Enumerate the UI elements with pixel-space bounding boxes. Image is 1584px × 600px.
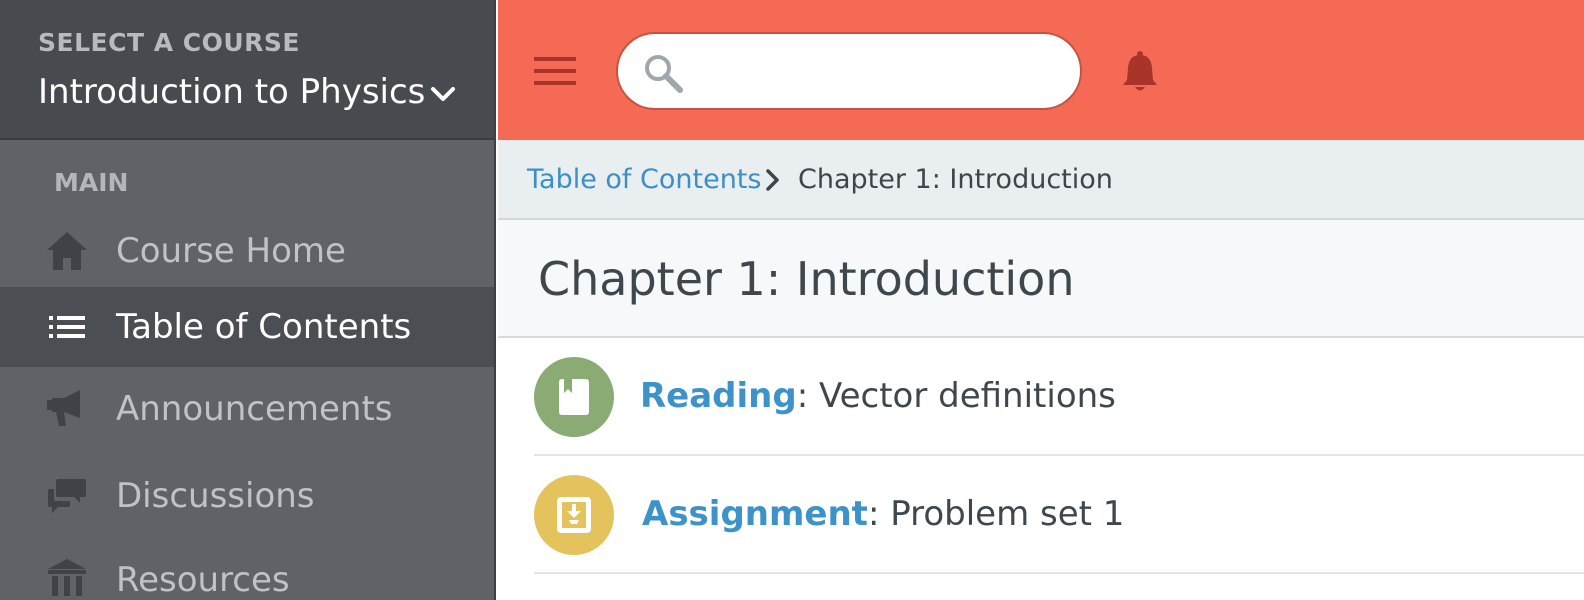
hamburger-menu-icon[interactable]: [534, 55, 576, 87]
item-type-link[interactable]: Assignment: [642, 494, 868, 534]
sidebar-item-label: Discussions: [116, 476, 315, 516]
megaphone-icon: [47, 390, 80, 426]
sidebar-item-label: Announcements: [116, 389, 393, 429]
bank-icon: [48, 559, 86, 596]
item-type-link[interactable]: Reading: [640, 376, 797, 416]
item-separator: :: [867, 494, 891, 534]
home-icon: [47, 232, 87, 270]
item-title: Vector definitions: [818, 376, 1116, 416]
sidebar-item-course-home[interactable]: Course Home: [0, 211, 494, 291]
list-icon: [49, 316, 85, 338]
list-item[interactable]: Assignment: Problem set 1: [534, 456, 1584, 574]
course-selector[interactable]: SELECT A COURSE Introduction to Physics: [0, 0, 494, 140]
list-item[interactable]: Reading: Vector definitions: [534, 338, 1584, 456]
sidebar-item-resources[interactable]: Resources: [0, 540, 494, 600]
breadcrumb-link-table-of-contents[interactable]: Table of Contents: [527, 164, 761, 195]
sidebar-item-label: Course Home: [116, 231, 346, 271]
book-icon: [559, 379, 589, 415]
search-icon: [645, 55, 683, 93]
course-name: Introduction to Physics: [38, 72, 426, 112]
item-separator: :: [796, 376, 819, 416]
assignment-badge: [534, 475, 614, 555]
breadcrumb-current: Chapter 1: Introduction: [798, 164, 1113, 195]
sidebar-item-discussions[interactable]: Discussions: [0, 456, 494, 536]
chevron-right-icon: [766, 169, 779, 191]
search-input[interactable]: [696, 48, 1056, 96]
page-header: Chapter 1: Introduction: [498, 220, 1584, 338]
section-label-main: MAIN: [54, 168, 129, 197]
chat-bubbles-icon: [48, 479, 86, 513]
inbox-download-icon: [557, 497, 591, 533]
course-selector-label: SELECT A COURSE: [38, 28, 300, 57]
sidebar-item-table-of-contents[interactable]: Table of Contents: [0, 287, 494, 367]
breadcrumb: Table of Contents Chapter 1: Introductio…: [498, 140, 1584, 220]
list-item-text: Assignment: Problem set 1: [642, 494, 1124, 534]
sidebar: SELECT A COURSE Introduction to Physics …: [0, 0, 496, 600]
chevron-down-icon: [431, 87, 455, 101]
page-title: Chapter 1: Introduction: [538, 252, 1075, 306]
item-title: Problem set 1: [890, 494, 1125, 534]
bell-icon[interactable]: [1120, 50, 1160, 94]
top-bar: [498, 0, 1584, 140]
search-box[interactable]: [616, 32, 1082, 110]
sidebar-item-label: Table of Contents: [116, 307, 412, 347]
sidebar-item-label: Resources: [116, 560, 290, 600]
list-item-text: Reading: Vector definitions: [640, 376, 1116, 416]
sidebar-item-announcements[interactable]: Announcements: [0, 369, 494, 449]
reading-badge: [534, 357, 614, 437]
